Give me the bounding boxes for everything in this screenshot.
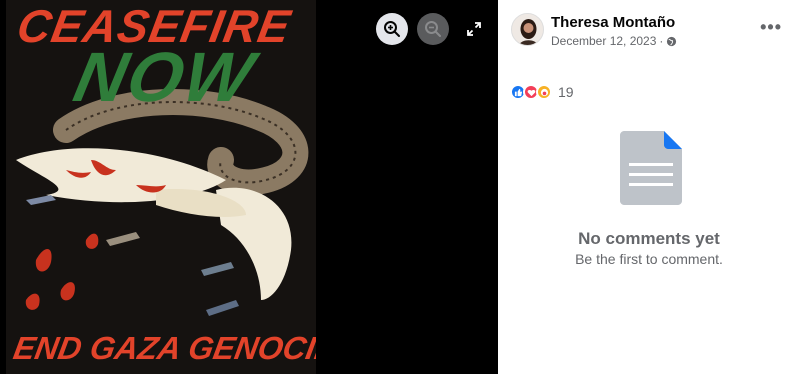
photo-viewer: CEASEFIRE NOW END GAZA GENOCIDE Theresa …	[0, 0, 800, 374]
fullscreen-button[interactable]	[458, 13, 490, 45]
reaction-count: 19	[558, 84, 574, 100]
zoom-in-icon	[384, 21, 400, 37]
post-meta: December 12, 2023 ·	[551, 34, 677, 48]
no-comments-title: No comments yet	[578, 229, 720, 248]
profile-photo	[512, 14, 543, 45]
reactions-summary[interactable]: 19	[510, 84, 574, 100]
zoom-out-button[interactable]	[417, 13, 449, 45]
post-details-panel: Theresa Montaño December 12, 2023 · ••• …	[498, 0, 800, 374]
no-comments-subtitle: Be the first to comment.	[575, 251, 723, 267]
post-date[interactable]: December 12, 2023	[551, 34, 656, 48]
poster-title-now: NOW	[67, 38, 262, 116]
fullscreen-icon	[467, 22, 481, 36]
document-icon	[620, 131, 682, 205]
zoom-out-icon	[425, 21, 441, 37]
globe-icon	[667, 36, 677, 46]
image-stage: CEASEFIRE NOW END GAZA GENOCIDE	[0, 0, 498, 374]
more-options-button[interactable]: •••	[760, 17, 782, 38]
author-name[interactable]: Theresa Montaño	[551, 14, 675, 31]
poster-caption: END GAZA GENOCIDE	[10, 330, 316, 366]
care-reaction-icon	[536, 84, 552, 100]
poster-image[interactable]: CEASEFIRE NOW END GAZA GENOCIDE	[6, 0, 316, 374]
zoom-in-button[interactable]	[376, 13, 408, 45]
avatar[interactable]	[511, 13, 544, 46]
meta-separator: ·	[659, 34, 664, 48]
